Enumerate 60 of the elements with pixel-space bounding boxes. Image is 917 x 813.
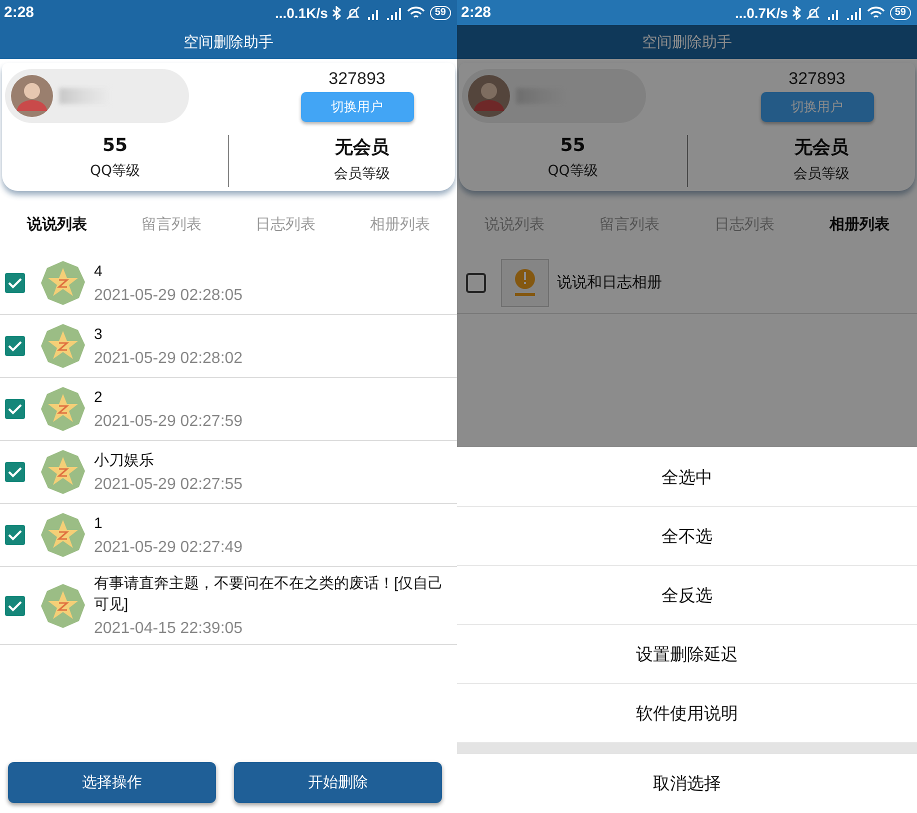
- list-tab[interactable]: 相册列表: [828, 211, 892, 238]
- checkbox[interactable]: [4, 272, 26, 294]
- post-time: 2021-05-29 02:27:55: [94, 476, 244, 494]
- album-title: 说说和日志相册: [557, 273, 663, 293]
- battery-indicator: 59: [430, 6, 451, 20]
- vip-status: 无会员: [335, 136, 389, 159]
- action-button[interactable]: 选择操作: [8, 762, 216, 803]
- app-title: 空间删除助手: [457, 25, 917, 59]
- list-tab[interactable]: 说说列表: [25, 211, 90, 238]
- post-time: 2021-04-15 22:39:05: [94, 620, 244, 638]
- post-text: 1: [94, 514, 104, 534]
- bell-off-icon: [806, 6, 820, 20]
- album-cover-icon: [501, 258, 549, 306]
- vip-level-label: 会员等级: [793, 165, 850, 183]
- qzone-star-icon: [40, 449, 86, 495]
- wifi-icon: [406, 6, 425, 20]
- battery-indicator: 59: [890, 6, 911, 20]
- qzone-star-icon: [40, 260, 86, 306]
- qq-number: 327893: [788, 69, 846, 89]
- signal-icon: [846, 6, 862, 20]
- checkbox[interactable]: [465, 272, 487, 294]
- vip-level-label: 会员等级: [334, 165, 390, 183]
- qq-number: 327893: [328, 69, 386, 89]
- network-speed: ...0.7K/s: [734, 4, 788, 20]
- post-time: 2021-05-29 02:28:02: [94, 350, 244, 368]
- post-text: 4: [94, 262, 104, 282]
- qq-level: 55: [560, 135, 586, 156]
- app-title: 空间删除助手: [0, 25, 457, 59]
- action-button[interactable]: 开始删除: [234, 762, 442, 803]
- checkbox[interactable]: [4, 461, 26, 483]
- post-time: 2021-05-29 02:28:05: [94, 287, 244, 305]
- qq-level-label: QQ等级: [90, 162, 140, 180]
- avatar-icon: [468, 75, 510, 117]
- status-time: 2:28: [4, 4, 34, 21]
- signal-icon: [386, 6, 402, 20]
- avatar-icon: [11, 75, 53, 117]
- wifi-icon: [866, 6, 885, 20]
- checkbox[interactable]: [4, 335, 26, 357]
- qzone-star-icon: [40, 323, 86, 369]
- post-text: 小刀娱乐: [94, 451, 155, 471]
- post-time: 2021-05-29 02:27:59: [94, 413, 244, 431]
- qzone-star-icon: [40, 582, 86, 628]
- post-time: 2021-05-29 02:27:49: [94, 539, 244, 557]
- vip-status: 无会员: [794, 136, 848, 159]
- qzone-star-icon: [40, 386, 86, 432]
- post-text: 3: [94, 325, 104, 345]
- post-text: 2: [94, 388, 104, 408]
- checkbox[interactable]: [4, 524, 26, 546]
- qq-level: 55: [102, 135, 128, 156]
- bluetooth-icon: [792, 6, 801, 20]
- checkbox[interactable]: [4, 398, 26, 420]
- post-text: 有事请直奔主题，不要问在不在之类的废话！[仅自己可见]: [94, 574, 444, 615]
- qzone-star-icon: [40, 512, 86, 558]
- checkbox[interactable]: [4, 594, 26, 616]
- status-time: 2:28: [461, 4, 492, 21]
- bluetooth-icon: [332, 6, 341, 20]
- qq-level-label: QQ等级: [548, 162, 598, 180]
- blurred-name: [59, 88, 109, 104]
- network-speed: ...0.1K/s: [274, 4, 328, 20]
- bell-off-icon: [346, 6, 360, 20]
